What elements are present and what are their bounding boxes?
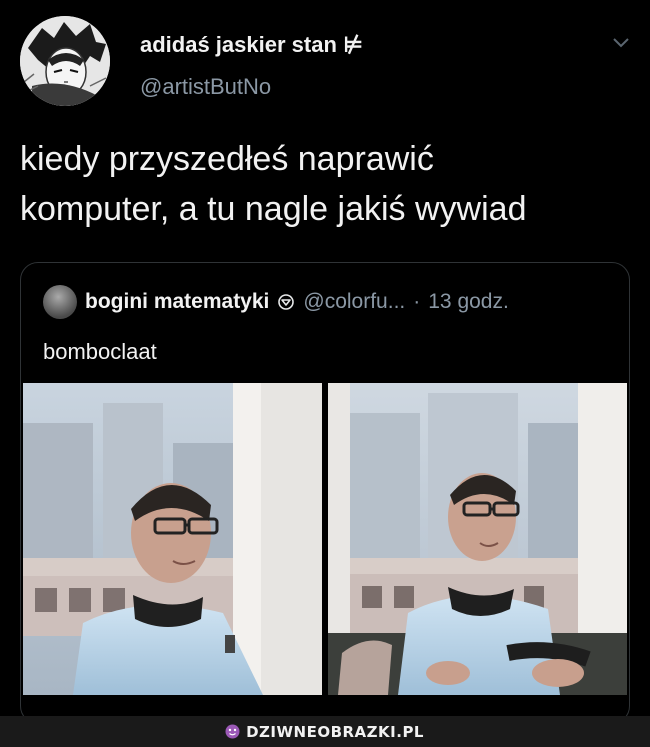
author-name[interactable]: adidaś jaskier stan ⊭ <box>140 32 363 58</box>
quoted-author-name[interactable]: bogini matematyki <box>85 290 269 314</box>
watermark-bar: DZIWNEOBRAZKI.PL <box>0 716 650 747</box>
watermark: DZIWNEOBRAZKI.PL <box>225 723 424 741</box>
quoted-author-handle[interactable]: @colorfu... <box>303 290 405 314</box>
tweet-page: adidaś jaskier stan ⊭ @artistButNo kiedy… <box>0 0 650 747</box>
anime-portrait-icon <box>20 16 110 106</box>
tweet-header: adidaś jaskier stan ⊭ @artistButNo <box>20 16 630 112</box>
quoted-tweet-header: bogini matematyki @colorfu... · 13 godz. <box>43 285 509 319</box>
tweet-text: kiedy przyszedłeś naprawić komputer, a t… <box>20 134 630 234</box>
tweet-text-line: kiedy przyszedłeś naprawić <box>20 140 434 178</box>
author-avatar[interactable] <box>20 16 110 106</box>
separator-dot: · <box>413 290 421 313</box>
photo-frame-right[interactable] <box>328 383 627 695</box>
quoted-tweet-text: bomboclaat <box>43 339 157 364</box>
watermark-text: DZIWNEOBRAZKI.PL <box>246 722 424 741</box>
photo-frame-left[interactable] <box>23 383 322 695</box>
quoted-media-grid[interactable] <box>23 383 627 695</box>
purple-face-icon <box>225 724 240 739</box>
tweet-text-line: komputer, a tu nagle jakiś wywiad <box>20 190 527 228</box>
quoted-tweet-time[interactable]: 13 godz. <box>428 290 509 314</box>
badge-icon <box>277 293 295 311</box>
quoted-author-avatar[interactable] <box>43 285 77 319</box>
chevron-down-icon[interactable] <box>610 32 632 54</box>
quoted-tweet-card[interactable]: bogini matematyki @colorfu... · 13 godz.… <box>20 262 630 724</box>
author-handle[interactable]: @artistButNo <box>140 74 271 100</box>
